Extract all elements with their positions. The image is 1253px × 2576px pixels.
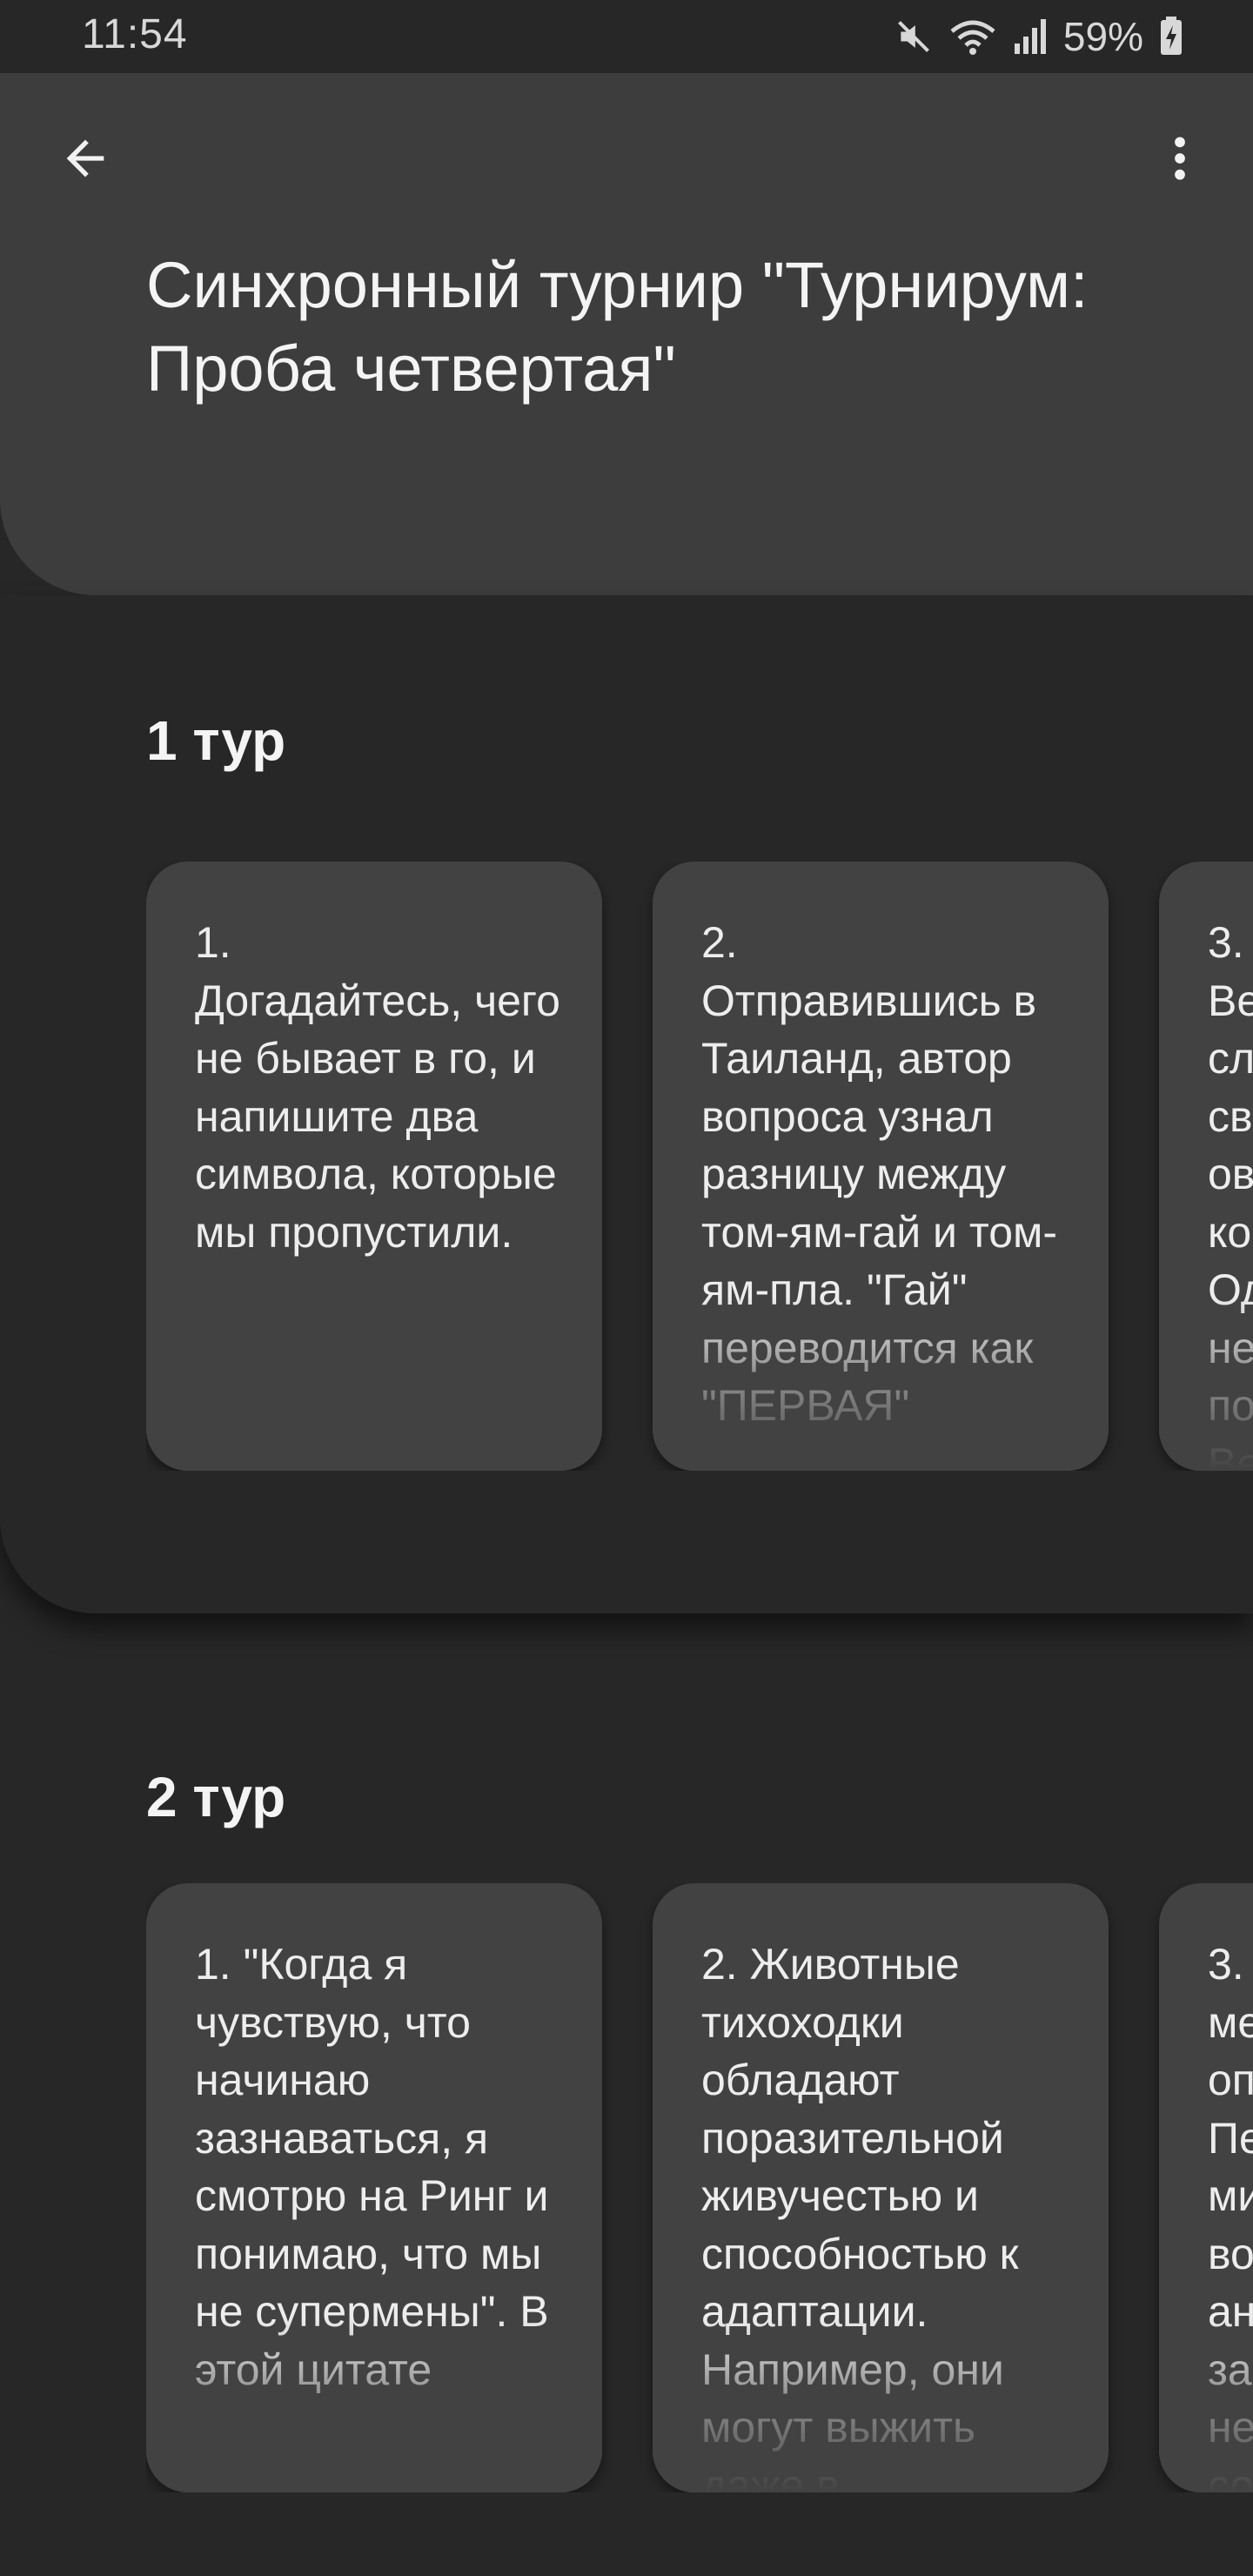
page-title: Синхронный турнир "Турнирум: Проба четве… [146,249,1089,405]
question-text: 2. Отправившись в Таиланд, автор вопроса… [701,918,1058,1430]
wifi-icon [948,17,997,56]
question-text: 3. ме оп Пе ми во ан за не со [1208,1940,1253,2492]
question-card[interactable]: 2. Отправившись в Таиланд, автор вопроса… [653,862,1109,1471]
status-bar: 11:54 59% [0,0,1253,73]
more-vert-icon [1152,131,1208,191]
question-text: 2. Животные тихоходки обладают поразител… [701,1940,1019,2492]
question-cards-row[interactable]: 1. Догадайтесь, чего не бывает в го, и н… [146,862,1253,1471]
question-text: 1. Догадайтесь, чего не бывает в го, и н… [195,918,560,1257]
battery-charging-icon [1159,17,1183,57]
question-cards-row[interactable]: 1. "Когда я чувствую, что начинаю зазнав… [146,1883,1253,2492]
question-card[interactable]: 1. "Когда я чувствую, что начинаю зазнав… [146,1883,602,2492]
status-icons: 59% [895,9,1183,64]
screen: 11:54 59% Синхронный турнир "Турнирум: П… [0,0,1253,2576]
mute-icon [895,17,933,56]
question-text: 3. Ве сл св ов ко Од не по Ве [1208,918,1253,1471]
signal-icon [1013,17,1048,56]
round-section-2: 2 тур 1. "Когда я чувствую, что начинаю … [0,1613,1253,2576]
more-options-button[interactable] [1142,122,1218,198]
battery-percent: 59% [1062,14,1143,59]
round-title: 2 тур [146,1766,286,1828]
round-section-1: 1 тур 1. Догадайтесь, чего не бывает в г… [0,595,1253,1613]
question-text: 1. "Когда я чувствую, что начинаю зазнав… [195,1940,549,2394]
question-card[interactable]: 3. ме оп Пе ми во ан за не со [1159,1883,1253,2492]
question-card[interactable]: 3. Ве сл св ов ко Од не по Ве [1159,862,1253,1471]
question-card[interactable]: 2. Животные тихоходки обладают поразител… [653,1883,1109,2492]
status-time: 11:54 [82,11,188,57]
arrow-left-icon [57,131,113,191]
back-button[interactable] [47,122,124,198]
question-card[interactable]: 1. Догадайтесь, чего не бывает в го, и н… [146,862,602,1471]
round-title: 1 тур [146,709,286,772]
